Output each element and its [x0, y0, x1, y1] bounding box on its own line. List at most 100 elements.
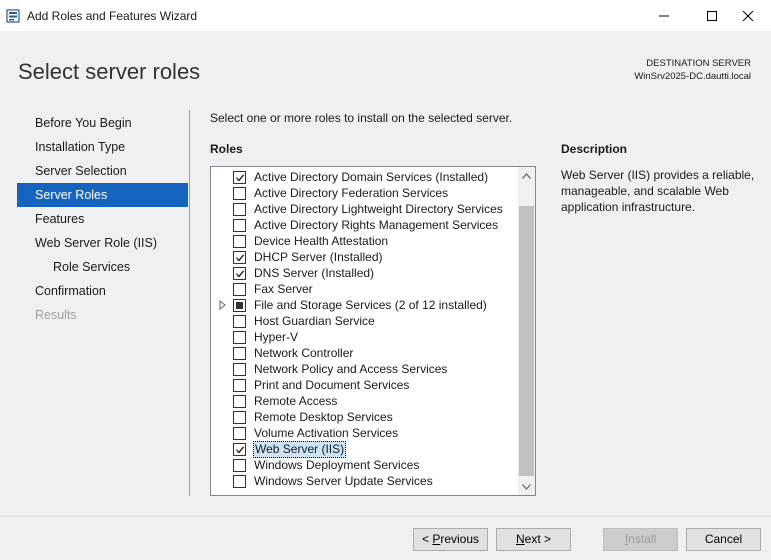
role-label[interactable]: Print and Document Services — [253, 378, 410, 393]
role-label[interactable]: Remote Desktop Services — [253, 410, 394, 425]
role-row[interactable]: Volume Activation Services — [211, 425, 517, 441]
close-icon — [743, 10, 753, 21]
step-features[interactable]: Features — [17, 207, 188, 231]
role-checkbox[interactable] — [233, 379, 246, 392]
close-button[interactable] — [725, 0, 771, 31]
step-web-server-role-iis[interactable]: Web Server Role (IIS) — [17, 231, 188, 255]
scroll-thumb[interactable] — [519, 206, 534, 476]
role-label[interactable]: Fax Server — [253, 282, 314, 297]
roles-list-items: Active Directory Domain Services (Instal… — [211, 169, 517, 489]
previous-button-rest: revious — [440, 532, 480, 546]
next-button-mnemonic: N — [515, 532, 525, 546]
roles-heading: Roles — [210, 142, 243, 156]
title-bar: Add Roles and Features Wizard — [0, 0, 771, 31]
role-row[interactable]: Active Directory Lightweight Directory S… — [211, 201, 517, 217]
role-label[interactable]: Remote Access — [253, 394, 338, 409]
role-checkbox[interactable] — [233, 203, 246, 216]
role-label[interactable]: Windows Deployment Services — [253, 458, 420, 473]
expand-arrow-icon[interactable] — [219, 300, 227, 310]
role-label[interactable]: Volume Activation Services — [253, 426, 399, 441]
role-checkbox[interactable] — [233, 459, 246, 472]
role-checkbox[interactable] — [233, 251, 246, 264]
partial-indicator-icon — [236, 302, 243, 309]
role-checkbox[interactable] — [233, 171, 246, 184]
step-role-services[interactable]: Role Services — [17, 255, 188, 279]
checkmark-icon — [235, 254, 244, 262]
role-row[interactable]: Device Health Attestation — [211, 233, 517, 249]
role-checkbox[interactable] — [233, 395, 246, 408]
role-checkbox[interactable] — [233, 315, 246, 328]
step-confirmation[interactable]: Confirmation — [17, 279, 188, 303]
minimize-icon — [659, 15, 669, 16]
role-checkbox[interactable] — [233, 411, 246, 424]
role-checkbox[interactable] — [233, 443, 246, 456]
nav-divider — [189, 110, 190, 496]
role-checkbox[interactable] — [233, 347, 246, 360]
description-heading: Description — [561, 142, 628, 156]
page-title: Select server roles — [18, 59, 201, 84]
role-label[interactable]: DNS Server (Installed) — [253, 266, 375, 281]
role-row[interactable]: File and Storage Services (2 of 12 insta… — [211, 297, 517, 313]
role-row[interactable]: Active Directory Rights Management Servi… — [211, 217, 517, 233]
role-row[interactable]: Active Directory Domain Services (Instal… — [211, 169, 517, 185]
wizard-steps-nav: Before You Begin Installation Type Server … — [17, 111, 188, 327]
role-row[interactable]: Network Controller — [211, 345, 517, 361]
role-checkbox[interactable] — [233, 267, 246, 280]
role-checkbox[interactable] — [233, 299, 246, 312]
role-checkbox[interactable] — [233, 331, 246, 344]
role-label[interactable]: Active Directory Lightweight Directory S… — [253, 202, 504, 217]
role-row[interactable]: Hyper-V — [211, 329, 517, 345]
role-checkbox[interactable] — [233, 187, 246, 200]
role-row[interactable]: Host Guardian Service — [211, 313, 517, 329]
role-label[interactable]: Web Server (IIS) — [253, 441, 347, 458]
destination-label: DESTINATION SERVER — [646, 58, 751, 69]
role-row[interactable]: DHCP Server (Installed) — [211, 249, 517, 265]
scroll-up-button[interactable] — [518, 167, 535, 184]
checkmark-icon — [235, 270, 244, 278]
role-checkbox[interactable] — [233, 235, 246, 248]
role-checkbox[interactable] — [233, 475, 246, 488]
checkmark-icon — [235, 174, 244, 182]
role-row[interactable]: Active Directory Federation Services — [211, 185, 517, 201]
role-label[interactable]: Device Health Attestation — [253, 234, 389, 249]
role-checkbox[interactable] — [233, 283, 246, 296]
previous-button[interactable]: < Previous — [413, 528, 488, 551]
next-button-rest: ext > — [524, 532, 552, 546]
role-row[interactable]: Fax Server — [211, 281, 517, 297]
step-server-selection[interactable]: Server Selection — [17, 159, 188, 183]
role-row[interactable]: Print and Document Services — [211, 377, 517, 393]
roles-scrollbar[interactable] — [518, 167, 535, 495]
role-checkbox[interactable] — [233, 427, 246, 440]
destination-server-info: DESTINATION SERVER WinSrv2025-DC.dautti.… — [634, 57, 751, 83]
role-label[interactable]: Windows Server Update Services — [253, 474, 434, 489]
role-row[interactable]: Network Policy and Access Services — [211, 361, 517, 377]
role-label[interactable]: Network Controller — [253, 346, 354, 361]
role-row[interactable]: Remote Access — [211, 393, 517, 409]
role-row[interactable]: Remote Desktop Services — [211, 409, 517, 425]
role-row[interactable]: Windows Server Update Services — [211, 473, 517, 489]
role-row[interactable]: Windows Deployment Services — [211, 457, 517, 473]
roles-list[interactable]: Active Directory Domain Services (Instal… — [210, 166, 536, 496]
minimize-button[interactable] — [641, 0, 687, 31]
step-installation-type[interactable]: Installation Type — [17, 135, 188, 159]
role-label[interactable]: Hyper-V — [253, 330, 299, 345]
role-label[interactable]: Active Directory Domain Services (Instal… — [253, 170, 489, 185]
scroll-down-button[interactable] — [518, 478, 535, 495]
role-label[interactable]: Network Policy and Access Services — [253, 362, 448, 377]
install-button[interactable]: Install — [603, 528, 678, 551]
step-server-roles[interactable]: Server Roles — [17, 183, 188, 207]
maximize-icon — [707, 10, 717, 21]
role-row[interactable]: DNS Server (Installed) — [211, 265, 517, 281]
next-button[interactable]: Next > — [496, 528, 571, 551]
role-label[interactable]: Active Directory Rights Management Servi… — [253, 218, 499, 233]
role-checkbox[interactable] — [233, 219, 246, 232]
role-label[interactable]: DHCP Server (Installed) — [253, 250, 383, 265]
role-checkbox[interactable] — [233, 363, 246, 376]
step-before-you-begin[interactable]: Before You Begin — [17, 111, 188, 135]
role-label[interactable]: File and Storage Services (2 of 12 insta… — [253, 298, 488, 313]
role-label[interactable]: Host Guardian Service — [253, 314, 376, 329]
role-row[interactable]: Web Server (IIS) — [211, 441, 517, 458]
cancel-button[interactable]: Cancel — [686, 528, 761, 551]
role-label[interactable]: Active Directory Federation Services — [253, 186, 449, 201]
destination-server-name: WinSrv2025-DC.dautti.local — [634, 71, 751, 82]
